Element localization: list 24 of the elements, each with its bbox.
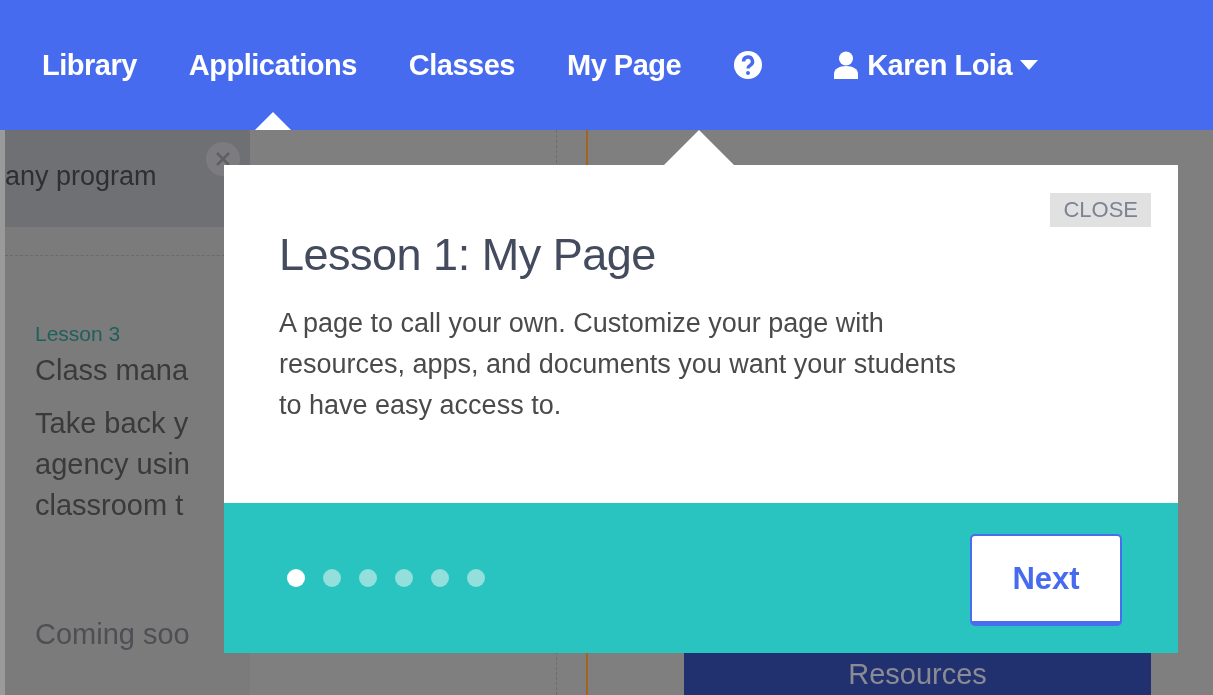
step-dot[interactable] xyxy=(467,569,485,587)
user-menu[interactable]: Karen Loia xyxy=(833,48,1039,82)
step-dot[interactable] xyxy=(287,569,305,587)
caret-icon xyxy=(1020,60,1039,70)
resources-button[interactable]: Resources xyxy=(684,653,1151,695)
lesson-description: Take back y agency usin classroom t xyxy=(35,406,191,523)
step-dot[interactable] xyxy=(431,569,449,587)
nav-tab[interactable]: My Page xyxy=(567,0,682,130)
lesson-title: Class mana xyxy=(35,354,190,387)
nav-tab[interactable]: Library xyxy=(42,0,137,130)
help-icon[interactable] xyxy=(733,50,764,80)
popover-title: Lesson 1: My Page xyxy=(279,229,657,281)
step-dot[interactable] xyxy=(395,569,413,587)
nav-tab[interactable]: Applications xyxy=(188,0,357,130)
next-button[interactable]: Next xyxy=(970,534,1122,626)
lesson-label: Lesson 3 xyxy=(35,322,122,346)
popover-text: A page to call your own. Customize your page with resources, apps, and documents you want your students to have easy access to. xyxy=(279,307,957,422)
nav-tab[interactable]: Classes xyxy=(408,0,515,130)
step-dot[interactable] xyxy=(359,569,377,587)
pointer-icon xyxy=(254,112,291,130)
person-icon xyxy=(833,51,860,79)
banner-text: any program xyxy=(5,161,157,192)
step-dot[interactable] xyxy=(323,569,341,587)
close-button[interactable]: CLOSE xyxy=(1050,193,1151,227)
